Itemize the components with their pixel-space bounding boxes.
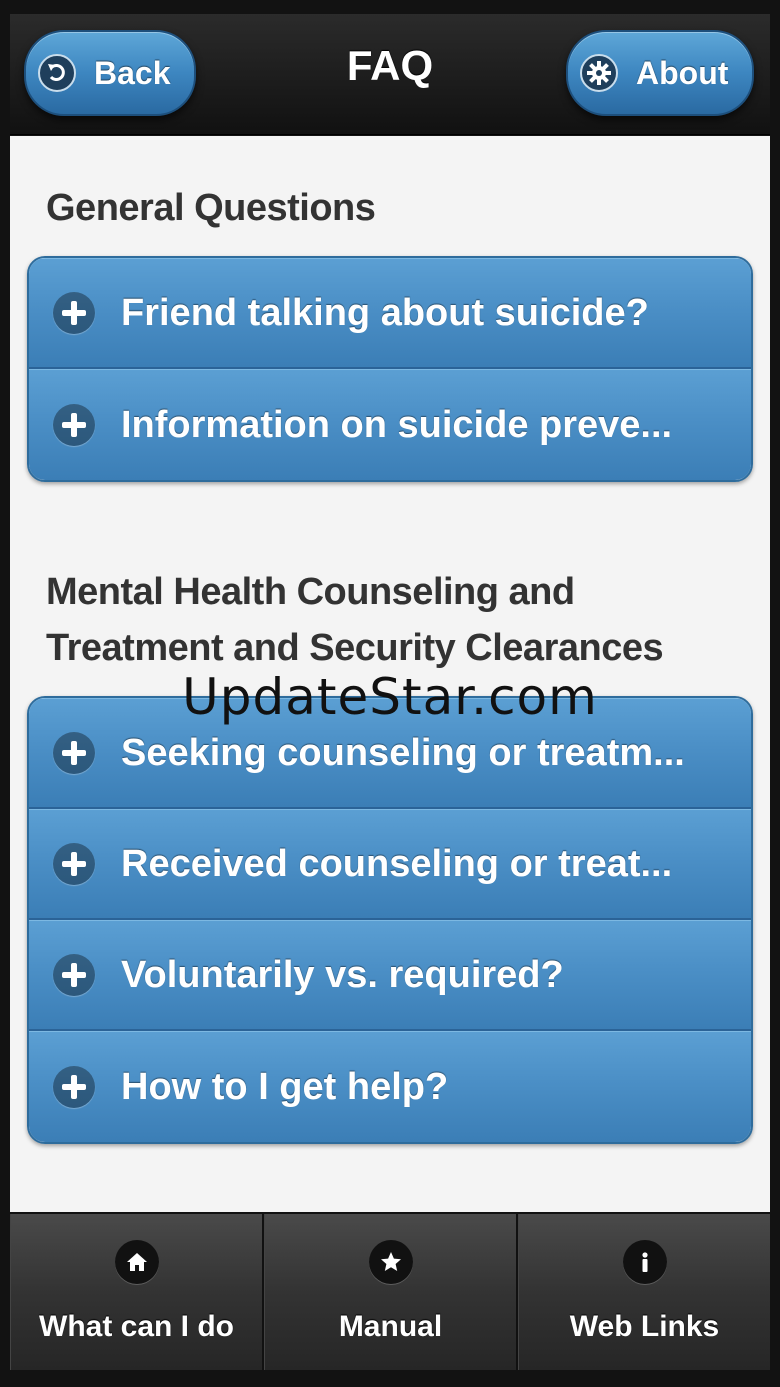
plus-icon [53, 1066, 95, 1108]
section-title-general: General Questions [46, 180, 376, 236]
tab-label: What can I do [39, 1310, 234, 1343]
faq-item[interactable]: How to I get help? [29, 1031, 751, 1142]
plus-icon [53, 954, 95, 996]
section-title-line: General Questions [46, 187, 376, 229]
plus-icon [53, 404, 95, 446]
faq-list-mental-health: Seeking counseling or treatm... Received… [27, 696, 753, 1144]
star-icon [368, 1240, 413, 1284]
header-bar: Back FAQ About [10, 14, 770, 135]
tab-what-can-i-do[interactable]: What can I do [10, 1214, 264, 1370]
back-arrow-icon [38, 54, 76, 92]
faq-item-label: How to I get help? [121, 1065, 449, 1108]
section-title-mental-health: Mental Health Counseling and Treatment a… [46, 564, 664, 676]
faq-item-label: Received counseling or treat... [121, 842, 673, 885]
tab-manual[interactable]: Manual [264, 1214, 518, 1370]
tab-label: Web Links [569, 1310, 720, 1343]
faq-item[interactable]: Friend talking about suicide? [29, 258, 751, 369]
back-button[interactable]: Back [24, 30, 196, 116]
about-label: About [636, 54, 729, 91]
bottom-tab-bar: What can I do Manual Web Links [10, 1214, 770, 1370]
tab-label: Manual [338, 1310, 443, 1343]
plus-icon [53, 843, 95, 885]
faq-item[interactable]: Received counseling or treat... [29, 809, 751, 920]
plus-icon [53, 292, 95, 334]
home-icon [114, 1240, 159, 1284]
info-icon [622, 1240, 667, 1284]
back-label: Back [94, 54, 171, 91]
tab-web-links[interactable]: Web Links [518, 1214, 770, 1370]
app-frame: Back FAQ About General Questions Friend … [0, 0, 780, 1387]
plus-icon [53, 732, 95, 774]
faq-item[interactable]: Information on suicide preve... [29, 369, 751, 480]
page-title: FAQ [346, 42, 434, 89]
faq-item-label: Voluntarily vs. required? [121, 953, 564, 996]
faq-item-label: Information on suicide preve... [121, 403, 673, 446]
faq-item-label: Friend talking about suicide? [121, 291, 649, 334]
section-title-line: Mental Health Counseling and [46, 571, 575, 613]
watermark-text: UpdateStar.com [182, 668, 598, 726]
faq-item[interactable]: Voluntarily vs. required? [29, 920, 751, 1031]
faq-item-label: Seeking counseling or treatm... [121, 731, 685, 774]
gear-icon [580, 54, 618, 92]
about-button[interactable]: About [566, 30, 754, 116]
faq-list-general: Friend talking about suicide? Informatio… [27, 256, 753, 482]
